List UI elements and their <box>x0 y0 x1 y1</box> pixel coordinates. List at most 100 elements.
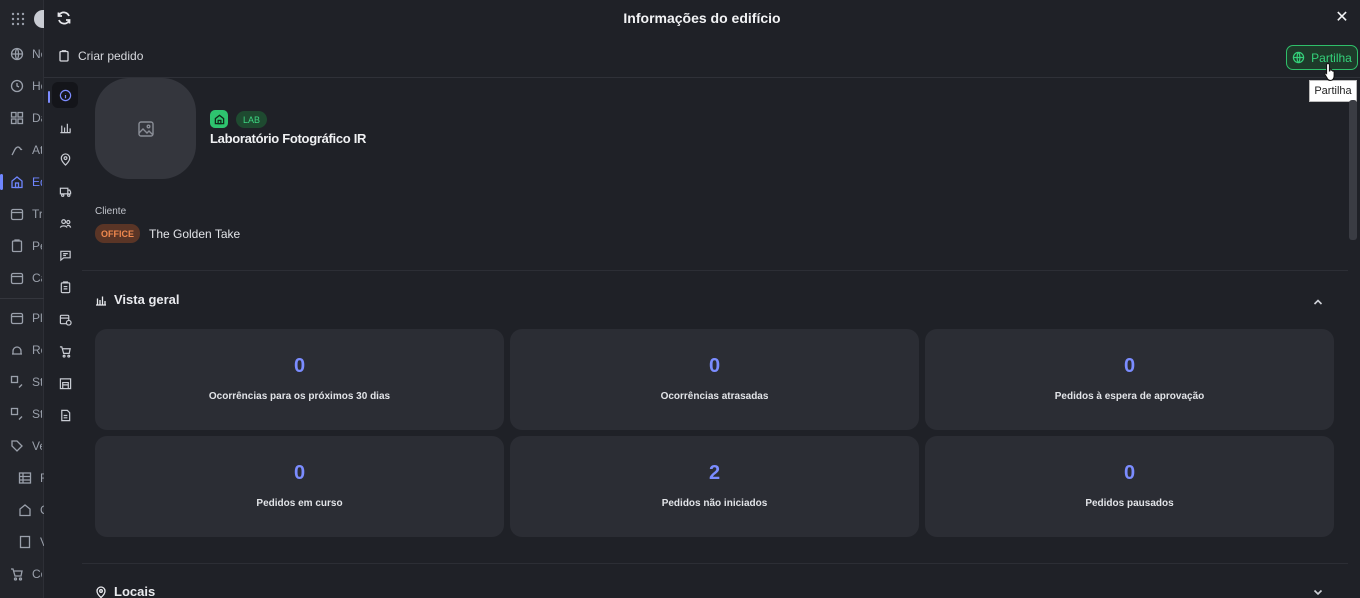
stat-card[interactable]: 0 Pedidos em curso <box>95 436 504 537</box>
nav-label: At <box>32 143 42 157</box>
chevron-down-icon[interactable] <box>1312 586 1324 598</box>
stat-value: 0 <box>293 462 306 484</box>
logo-icon <box>34 10 44 28</box>
building-photo-placeholder[interactable] <box>95 78 196 179</box>
client-label: Cliente <box>95 206 127 217</box>
document-icon <box>60 409 70 421</box>
location-pin-icon <box>96 585 106 598</box>
stat-label: Pedidos pausados <box>1085 498 1174 509</box>
building-icon <box>11 176 23 189</box>
background-sidebar: Ne Ho Da At Ed Tr Pe Ca Pl Re St St Ve F… <box>0 0 49 598</box>
close-icon[interactable]: ✕ <box>1334 10 1350 26</box>
nav-label: Pl <box>32 311 42 325</box>
rail-overview[interactable] <box>52 114 78 140</box>
nav-label: Ca <box>32 271 42 285</box>
stat-label: Pedidos não iniciados <box>661 498 768 509</box>
stat-card[interactable]: 2 Pedidos não iniciados <box>510 436 919 537</box>
stat-value: 0 <box>708 355 721 377</box>
stat-label: Ocorrências atrasadas <box>660 391 769 402</box>
share-button[interactable]: Partilha <box>1286 45 1358 70</box>
rail-locations[interactable] <box>52 146 78 172</box>
locations-title: Locais <box>114 584 156 598</box>
stat-value: 2 <box>708 462 721 484</box>
create-order-label: Criar pedido <box>78 49 144 63</box>
cart-icon <box>11 568 23 581</box>
truck-icon <box>59 187 71 197</box>
rail-purchases[interactable] <box>52 338 78 364</box>
bell-icon <box>12 346 22 355</box>
modal-header: Informações do edifício ✕ <box>44 0 1360 36</box>
overview-section-header[interactable]: Vista geral <box>95 292 180 307</box>
location-pin-icon <box>60 152 70 166</box>
chevron-up-icon[interactable] <box>1312 296 1324 308</box>
activity-icon <box>11 146 23 156</box>
chat-icon <box>59 250 71 261</box>
building-info-modal: Informações do edifício ✕ Criar pedido P… <box>44 0 1360 598</box>
stat-label: Pedidos em curso <box>256 498 343 509</box>
calendar-icon <box>10 208 24 221</box>
users-icon <box>10 407 23 420</box>
rail-orders[interactable] <box>52 274 78 300</box>
nav-label: Ne <box>32 47 42 61</box>
nav-label: Re <box>32 343 42 357</box>
rail-info[interactable] <box>52 82 78 108</box>
clock-icon <box>10 79 24 93</box>
refresh-icon[interactable] <box>56 10 72 26</box>
clipboard-icon <box>59 50 69 62</box>
nav-label: St <box>32 375 42 389</box>
calendar-icon <box>10 312 24 325</box>
rail-active-indicator <box>48 91 50 103</box>
client-type-badge: OFFICE <box>95 224 140 243</box>
rail-comments[interactable] <box>52 242 78 268</box>
nav-divider <box>0 298 44 299</box>
client-name[interactable]: The Golden Take <box>149 227 240 241</box>
rail-people[interactable] <box>52 210 78 236</box>
building-name: Laboratório Fotográfico IR <box>210 131 367 146</box>
locations-section-header[interactable]: Locais <box>95 584 155 598</box>
calendar-clock-icon <box>59 314 72 326</box>
dashboard-icon <box>10 111 24 125</box>
stat-value: 0 <box>1123 355 1136 377</box>
rail-inventory[interactable] <box>52 370 78 396</box>
stat-card[interactable]: 0 Pedidos à espera de aprovação <box>925 329 1334 430</box>
nav-label: Ed <box>32 175 42 189</box>
stat-label: Pedidos à espera de aprovação <box>1054 391 1205 402</box>
nav-label: Ho <box>32 79 42 93</box>
nav-label: Da <box>32 111 42 125</box>
app-root: Ne Ho Da At Ed Tr Pe Ca Pl Re St St Ve F… <box>0 0 1360 598</box>
create-order-button[interactable]: Criar pedido <box>58 49 143 63</box>
stat-card[interactable]: 0 Pedidos pausados <box>925 436 1334 537</box>
modal-content: LAB Laboratório Fotográfico IR Cliente O… <box>82 78 1348 598</box>
building-badge: LAB <box>236 111 268 128</box>
users-icon <box>10 375 23 388</box>
stat-value: 0 <box>1123 462 1136 484</box>
modal-title: Informações do edifício <box>623 10 781 26</box>
nav-label: Pe <box>32 239 42 253</box>
nav-label: Co <box>32 567 42 581</box>
stat-card[interactable]: 0 Ocorrências atrasadas <box>510 329 919 430</box>
users-icon <box>59 218 71 228</box>
section-rail <box>44 78 82 598</box>
apps-grid-icon[interactable] <box>11 12 25 26</box>
stat-card[interactable]: 0 Ocorrências para os próximos 30 dias <box>95 329 504 430</box>
nav-label: St <box>32 407 42 421</box>
clipboard-icon <box>11 239 23 253</box>
section-divider <box>82 270 1348 271</box>
rail-schedule[interactable] <box>52 306 78 332</box>
table-icon <box>18 472 32 484</box>
nav-active-indicator <box>0 174 3 190</box>
scrollbar-thumb[interactable] <box>1349 100 1357 240</box>
building-icon <box>19 504 31 517</box>
info-icon <box>59 89 71 101</box>
cart-icon <box>59 345 71 358</box>
stat-label: Ocorrências para os próximos 30 dias <box>208 391 391 402</box>
globe-icon <box>1292 51 1305 64</box>
tag-icon <box>11 440 23 452</box>
rail-assets[interactable] <box>52 178 78 204</box>
calendar-icon <box>10 272 24 285</box>
globe-icon <box>10 47 24 61</box>
document-icon <box>19 535 31 549</box>
clipboard-icon <box>60 280 70 293</box>
rail-documents[interactable] <box>52 402 78 428</box>
stat-value: 0 <box>293 355 306 377</box>
